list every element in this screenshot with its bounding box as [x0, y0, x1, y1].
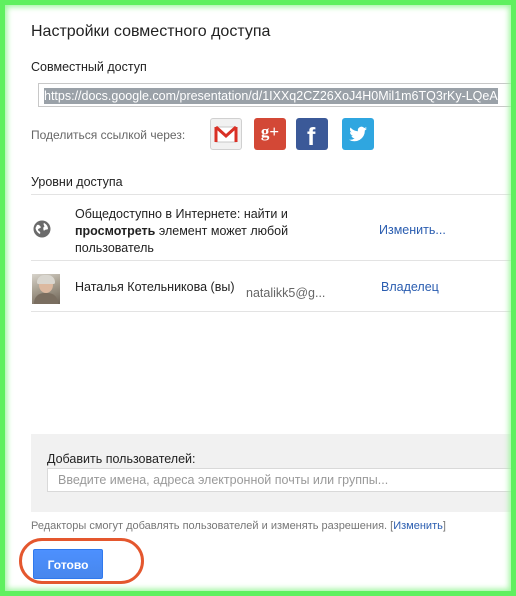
- twitter-icon[interactable]: [342, 118, 374, 150]
- share-link-label: Совместный доступ: [31, 60, 147, 74]
- add-users-panel: Добавить пользователей:: [31, 434, 516, 512]
- gmail-icon[interactable]: [210, 118, 242, 150]
- note-end: ]: [442, 520, 446, 532]
- access-text-1: Общедоступно в Интернете: найти и: [75, 207, 288, 221]
- owner-role: Владелец: [381, 280, 439, 294]
- add-users-label: Добавить пользователей:: [47, 452, 196, 466]
- google-plus-icon[interactable]: g+: [254, 118, 286, 150]
- access-levels-label: Уровни доступа: [31, 175, 123, 189]
- add-users-input[interactable]: [47, 468, 516, 492]
- access-text-bold: просмотреть: [75, 224, 156, 238]
- share-link-field[interactable]: https://docs.google.com/presentation/d/1…: [38, 83, 516, 107]
- public-access-description: Общедоступно в Интернете: найти и просмо…: [75, 206, 325, 257]
- facebook-glyph: f: [307, 123, 316, 151]
- facebook-icon[interactable]: f: [296, 118, 328, 151]
- divider: [31, 194, 516, 195]
- avatar: [32, 274, 60, 304]
- highlight-circle: [19, 538, 144, 584]
- share-via-label: Поделиться ссылкой через:: [31, 128, 186, 142]
- dialog-title: Настройки совместного доступа: [31, 23, 271, 40]
- share-link-url[interactable]: https://docs.google.com/presentation/d/1…: [44, 88, 498, 104]
- access-text-3: пользователь: [75, 241, 154, 255]
- note-text: Редакторы смогут добавлять пользователей…: [31, 520, 394, 532]
- access-text-2: элемент может любой: [155, 224, 289, 238]
- globe-icon: [33, 220, 51, 238]
- editors-note: Редакторы смогут добавлять пользователей…: [31, 520, 446, 532]
- user-email: natalikk5@g...: [246, 286, 326, 300]
- user-name: Наталья Котельникова (вы): [75, 280, 235, 294]
- change-permissions-link[interactable]: Изменить: [393, 520, 443, 532]
- share-settings-dialog: Настройки совместного доступа Совместный…: [8, 6, 516, 591]
- google-plus-glyph: g+: [260, 122, 280, 141]
- change-access-link[interactable]: Изменить...: [379, 223, 446, 237]
- divider: [31, 311, 516, 312]
- divider: [31, 260, 516, 261]
